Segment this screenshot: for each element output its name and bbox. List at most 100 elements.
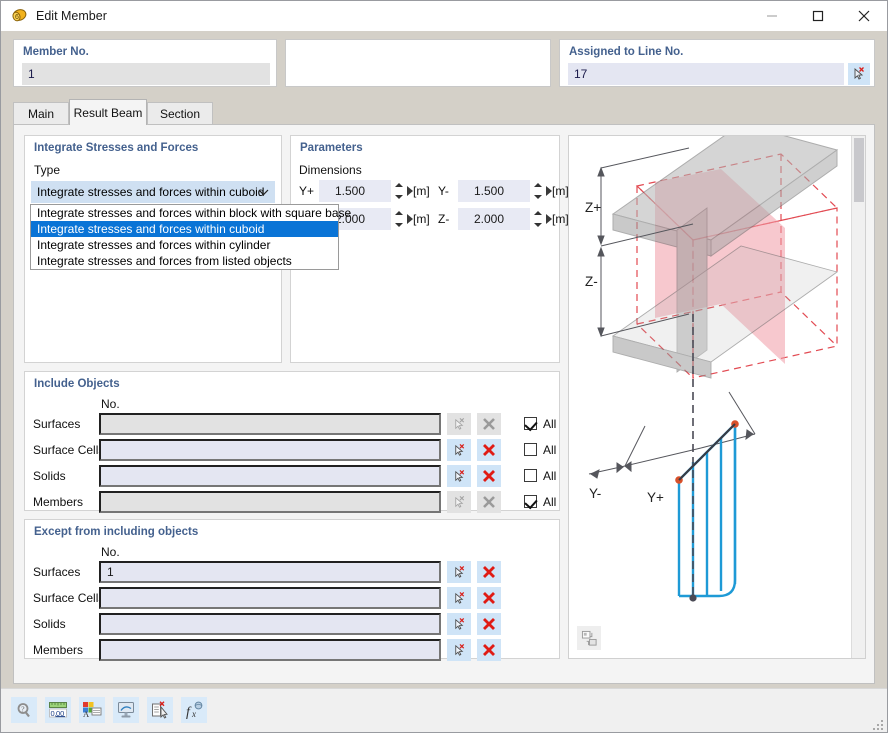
include-row-surfaces-clear-x-icon[interactable] [477,413,501,435]
window-controls [749,1,887,31]
tab-main-label: Main [28,107,54,121]
except-row-surfaces-clear-x-icon[interactable] [477,561,501,583]
include-row-surface-cells-clear-x-icon[interactable] [477,439,501,461]
dim-zminus-input[interactable] [458,208,530,230]
include-row-solids-label: Solids [33,469,66,483]
except-row-solids-label: Solids [33,617,66,631]
pick-line-icon[interactable] [848,63,870,85]
tab-result-beam-label: Result Beam [74,106,143,120]
svg-text:x: x [191,709,196,719]
dialog-client-area: Member No. Assigned to Line No. Main [1,31,887,732]
include-row-members-all-checkbox[interactable] [524,495,537,508]
except-row-surface-cells-clear-x-icon[interactable] [477,587,501,609]
axis-label-y-plus: Y+ [647,490,664,505]
dimensions-label: Dimensions [299,163,362,177]
member-no-input[interactable] [22,63,270,85]
dropdown-option-3[interactable]: Integrate stresses and forces from liste… [31,253,338,269]
svg-text:6: 6 [15,14,19,21]
info-icon[interactable]: ? [11,697,37,723]
except-row-surface-cells-input[interactable] [99,587,441,609]
result-beam-3d-figure: Z+ Z- Y- Y+ [569,136,853,658]
model-preview-panel[interactable]: Z+ Z- Y- Y+ [568,135,866,659]
preview-scrollbar[interactable] [851,136,865,658]
include-row-surfaces-all-checkbox[interactable] [524,417,537,430]
resize-grip[interactable] [874,720,884,730]
tab-result-beam[interactable]: Result Beam [69,99,147,125]
except-row-surface-cells-label: Surface Cells [33,591,104,605]
include-row-solids-input[interactable] [99,465,441,487]
except-objects-title: Except from including objects [34,526,198,538]
delete-note-icon[interactable] [147,697,173,723]
dim-yplus-input[interactable] [319,180,391,202]
include-row-members-clear-x-icon[interactable] [477,491,501,513]
member-icon: 6 [10,7,28,25]
minimize-button[interactable] [749,1,795,31]
except-row-surfaces-input[interactable] [99,561,441,583]
tab-main[interactable]: Main [13,102,69,125]
dim-zplus-spin-arrows[interactable] [394,211,403,227]
assigned-line-input[interactable] [568,63,844,85]
integrate-type-dropdown-list[interactable]: Integrate stresses and forces within blo… [30,204,339,270]
dim-yplus-label: Y+ [299,184,314,198]
formula-icon[interactable]: f x [181,697,207,723]
include-row-surfaces-pick-objects-icon[interactable] [447,413,471,435]
integrate-type-combo[interactable]: Integrate stresses and forces within cub… [31,181,275,203]
include-row-surface-cells-pick-objects-icon[interactable] [447,439,471,461]
display-icon[interactable] [113,697,139,723]
include-row-solids-clear-x-icon[interactable] [477,465,501,487]
except-row-surfaces-pick-objects-icon[interactable] [447,561,471,583]
except-row-members-label: Members [33,643,83,657]
window-title: Edit Member [36,9,107,23]
except-row-surfaces-label: Surfaces [33,565,80,579]
include-row-surface-cells-input[interactable] [99,439,441,461]
include-objects-title: Include Objects [34,378,120,390]
dim-zminus-stepper[interactable] [458,208,550,230]
preview-scrollbar-thumb[interactable] [854,138,864,202]
dim-yplus-spin-arrows[interactable] [394,183,403,199]
dim-zminus-label: Z- [438,212,449,226]
except-objects-group: Except from including objects No. Surfac… [24,519,560,659]
close-button[interactable] [841,1,887,31]
dropdown-option-0[interactable]: Integrate stresses and forces within blo… [31,205,338,221]
except-row-solids-clear-x-icon[interactable] [477,613,501,635]
include-row-members-label: Members [33,495,83,509]
dropdown-option-1[interactable]: Integrate stresses and forces within cub… [31,221,338,237]
middle-empty-group [285,39,551,87]
assigned-line-group: Assigned to Line No. [559,39,875,87]
dim-yplus-unit: [m] [413,184,430,198]
except-row-surface-cells-pick-objects-icon[interactable] [447,587,471,609]
include-row-solids-pick-objects-icon[interactable] [447,465,471,487]
include-row-members-pick-objects-icon[interactable] [447,491,471,513]
except-row-solids-pick-objects-icon[interactable] [447,613,471,635]
tab-section[interactable]: Section [147,102,213,125]
dim-zplus-unit: [m] [413,212,430,226]
dropdown-option-2[interactable]: Integrate stresses and forces within cyl… [31,237,338,253]
comment-icon[interactable]: A [79,697,105,723]
include-row-surfaces-input[interactable] [99,413,441,435]
maximize-button[interactable] [795,1,841,31]
include-row-solids-all-checkbox[interactable] [524,469,537,482]
except-row-members-clear-x-icon[interactable] [477,639,501,661]
dim-yplus-stepper[interactable] [319,180,411,202]
member-no-label: Member No. [23,46,89,58]
parameters-group-title: Parameters [300,142,363,154]
include-row-surfaces-label: Surfaces [33,417,80,431]
units-icon[interactable]: 0, 00 [45,697,71,723]
except-row-members-input[interactable] [99,639,441,661]
integrate-group-title: Integrate Stresses and Forces [34,142,198,154]
dim-yminus-unit: [m] [552,184,569,198]
chevron-down-icon [258,181,269,203]
include-row-members-input[interactable] [99,491,441,513]
assigned-line-label: Assigned to Line No. [569,46,683,58]
integrate-type-value: Integrate stresses and forces within cub… [37,185,264,199]
except-row-solids-input[interactable] [99,613,441,635]
dim-yminus-stepper[interactable] [458,180,550,202]
dim-yminus-input[interactable] [458,180,530,202]
dim-zminus-spin-arrows[interactable] [533,211,542,227]
include-row-surface-cells-all-checkbox[interactable] [524,443,537,456]
dim-yminus-spin-arrows[interactable] [533,183,542,199]
axis-label-z-minus: Z- [585,274,598,289]
result-beam-tab-page: Integrate Stresses and Forces Type Integ… [13,124,875,684]
except-row-members-pick-objects-icon[interactable] [447,639,471,661]
view-model-icon[interactable] [577,626,601,650]
